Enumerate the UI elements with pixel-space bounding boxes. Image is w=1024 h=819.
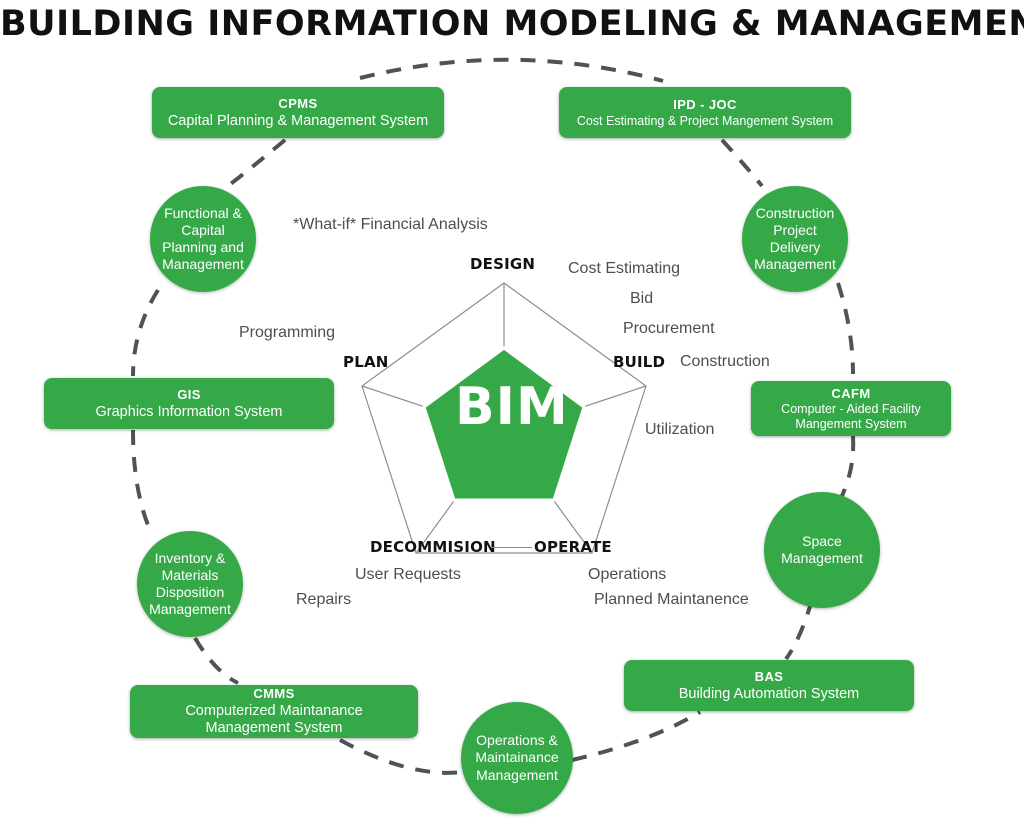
node-box-cmms-full-line2: Management System	[205, 720, 343, 737]
orbit-inventory-to-cmms	[193, 636, 239, 685]
node-box-cmms-full-line1: Computerized Maintanance	[185, 702, 363, 719]
orbit-cpms-to-circle	[226, 138, 287, 188]
circle-inventory-line2: Materials	[161, 566, 219, 583]
stage-label-build: BUILD	[613, 353, 666, 371]
circle-inventory-line1: Inventory &	[154, 549, 226, 566]
annotation-cost-estimating: Cost Estimating	[568, 260, 681, 277]
node-circle-construction-project-delivery[interactable]: Construction Project Delivery Management	[742, 186, 848, 292]
node-box-bas-full: Building Automation System	[678, 685, 860, 702]
node-box-gis-acronym: GIS	[177, 387, 201, 403]
orbit-gis-to-inventory	[131, 429, 152, 531]
stage-label-operate: OPERATE	[534, 538, 612, 556]
circle-space-line2: Management	[781, 550, 863, 566]
circle-inventory-line4: Management	[149, 601, 231, 618]
decommision-operate-connector	[492, 547, 532, 548]
annotation-user-requests: User Requests	[355, 566, 461, 583]
node-box-gis[interactable]: GIS Graphics Information System	[44, 378, 334, 429]
node-box-bas-acronym: BAS	[754, 669, 784, 685]
orbit-cafm-to-space	[838, 435, 856, 501]
orbit-cmms-to-om	[339, 738, 463, 775]
stage-label-decommision: DECOMMISION	[370, 538, 496, 556]
circle-om-line2: Maintainance	[475, 749, 559, 766]
node-box-cpms-full: Capital Planning & Management System	[167, 112, 429, 129]
node-box-cpms[interactable]: CPMS Capital Planning & Management Syste…	[152, 87, 444, 138]
annotation-repairs: Repairs	[296, 591, 352, 608]
node-circle-functional-capital-planning[interactable]: Functional & Capital Planning and Manage…	[150, 186, 256, 292]
annotation-construction: Construction	[680, 353, 770, 370]
annotation-utilization: Utilization	[645, 421, 715, 438]
node-circle-space-management[interactable]: Space Management	[764, 492, 880, 608]
node-box-cpms-acronym: CPMS	[278, 96, 318, 112]
bim-center-label: BIM	[455, 377, 569, 437]
node-box-cmms-acronym: CMMS	[253, 686, 295, 702]
circle-construction-line3: Delivery	[769, 239, 821, 255]
circle-space-line1: Space	[802, 532, 842, 549]
node-box-ipd-joc-acronym: IPD - JOC	[673, 97, 737, 113]
circle-functional-line1: Functional &	[164, 204, 242, 221]
node-box-cafm[interactable]: CAFM Computer - Aided Facility Mangement…	[751, 381, 951, 436]
circle-construction-line2: Project	[773, 221, 817, 238]
stage-label-design: DESIGN	[470, 255, 536, 273]
circle-functional-line4: Management	[162, 256, 244, 273]
bim-diagram: BUILDING INFORMATION MODELING & MANAGEME…	[0, 0, 1024, 819]
node-box-ipd-joc[interactable]: IPD - JOC Cost Estimating & Project Mang…	[559, 87, 851, 138]
annotation-planned-maintanence: Planned Maintanence	[594, 591, 749, 608]
node-circle-inventory-materials-disposition[interactable]: Inventory & Materials Disposition Manage…	[137, 531, 243, 637]
orbit-top-arc	[359, 57, 664, 83]
node-box-bas[interactable]: BAS Building Automation System	[624, 660, 914, 711]
node-box-gis-full: Graphics Information System	[95, 403, 283, 420]
node-box-cafm-full-line2: Mangement System	[795, 417, 907, 432]
circle-construction-line4: Management	[754, 256, 836, 273]
annotation-operations: Operations	[588, 566, 667, 583]
circle-construction-line1: Construction	[755, 204, 835, 221]
annotation-programming: Programming	[239, 324, 336, 341]
circle-om-line1: Operations &	[476, 732, 558, 749]
annotation-what-if: *What-if* Financial Analysis	[293, 216, 488, 233]
node-circle-operations-maintainance[interactable]: Operations & Maintainance Management	[461, 702, 573, 814]
circle-functional-line2: Capital	[181, 221, 225, 238]
node-box-cafm-acronym: CAFM	[831, 385, 871, 401]
orbit-om-to-bas	[571, 710, 702, 762]
circle-functional-line3: Planning and	[162, 239, 244, 255]
node-box-ipd-joc-full: Cost Estimating & Project Mangement Syst…	[576, 113, 834, 128]
orbit-circle-to-cafm	[836, 282, 855, 375]
annotation-bid: Bid	[630, 290, 654, 307]
stage-label-plan: PLAN	[343, 353, 389, 371]
node-box-cmms[interactable]: CMMS Computerized Maintanance Management…	[130, 685, 418, 738]
circle-om-line3: Management	[476, 766, 558, 783]
node-box-cafm-full-line1: Computer - Aided Facility	[781, 402, 921, 417]
orbit-space-to-bas	[784, 599, 814, 661]
circle-inventory-line3: Disposition	[155, 584, 225, 600]
annotation-procurement: Procurement	[623, 320, 715, 337]
orbit-circle-to-gis	[131, 288, 160, 377]
orbit-ipd-to-circle	[720, 138, 764, 188]
